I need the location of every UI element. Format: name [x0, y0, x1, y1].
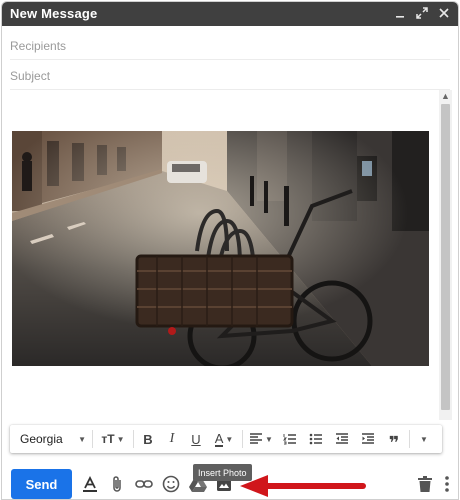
formatting-toolbar: Georgia ▼ тT ▼ B I U A ▼ ▼ ❞ ▼	[10, 425, 442, 453]
indent-less-icon	[336, 433, 348, 444]
toolbar-divider	[242, 430, 243, 448]
body-scrollbar[interactable]: ▲	[439, 90, 452, 420]
annotation-arrow-icon	[240, 475, 366, 497]
compose-title: New Message	[10, 6, 98, 21]
font-size-icon: тT	[101, 432, 115, 446]
underline-icon: U	[191, 431, 201, 447]
recipients-placeholder: Recipients	[10, 39, 67, 53]
bold-icon: B	[143, 431, 153, 447]
compose-window: New Message Recipients Subject ▲ Georgia…	[1, 1, 459, 500]
font-family-value: Georgia	[20, 432, 63, 446]
subject-placeholder: Subject	[10, 69, 51, 83]
chevron-down-icon: ▼	[265, 434, 273, 444]
emoji-icon[interactable]	[162, 475, 180, 493]
font-size-button[interactable]: тT ▼	[95, 425, 131, 453]
send-button[interactable]: Send	[11, 469, 72, 499]
more-formatting-icon: ▼	[420, 434, 428, 444]
quote-button[interactable]: ❞	[381, 425, 407, 453]
bold-button[interactable]: B	[136, 425, 160, 453]
text-color-icon: A	[214, 430, 224, 447]
underline-button[interactable]: U	[184, 425, 208, 453]
toolbar-divider	[409, 430, 410, 448]
chevron-down-icon: ▼	[78, 434, 86, 444]
align-button[interactable]: ▼	[245, 425, 277, 453]
align-icon	[250, 433, 263, 444]
more-formatting-button[interactable]: ▼	[412, 425, 434, 453]
inserted-photo[interactable]	[12, 131, 429, 366]
formatting-options-icon[interactable]	[81, 475, 99, 493]
attach-icon[interactable]	[108, 475, 126, 493]
indent-more-button[interactable]	[355, 425, 381, 453]
link-icon[interactable]	[135, 475, 153, 493]
font-family-select[interactable]: Georgia ▼	[10, 425, 90, 453]
numbered-list-icon	[283, 434, 296, 445]
toolbar-divider	[133, 430, 134, 448]
scroll-thumb[interactable]	[441, 104, 450, 410]
chevron-down-icon: ▼	[116, 434, 125, 444]
recipients-field[interactable]: Recipients	[10, 30, 450, 60]
trash-icon[interactable]	[416, 475, 434, 493]
italic-button[interactable]: I	[160, 425, 184, 453]
expand-icon[interactable]	[414, 5, 430, 21]
italic-icon: I	[169, 431, 175, 446]
window-controls	[392, 5, 452, 21]
subject-field[interactable]: Subject	[10, 60, 450, 90]
compose-titlebar[interactable]: New Message	[2, 2, 458, 26]
indent-more-icon	[362, 433, 374, 444]
close-icon[interactable]	[436, 5, 452, 21]
minimize-icon[interactable]	[392, 5, 408, 21]
indent-less-button[interactable]	[329, 425, 355, 453]
quote-icon: ❞	[388, 432, 400, 453]
bulleted-list-icon	[309, 433, 322, 445]
text-color-button[interactable]: A ▼	[208, 425, 240, 453]
numbered-list-button[interactable]	[277, 425, 303, 453]
scroll-up-icon[interactable]: ▲	[439, 90, 452, 102]
bulleted-list-button[interactable]	[303, 425, 329, 453]
message-body[interactable]	[2, 90, 442, 420]
chevron-down-icon: ▼	[225, 434, 234, 444]
more-options-icon[interactable]	[438, 475, 456, 493]
toolbar-divider	[92, 430, 93, 448]
